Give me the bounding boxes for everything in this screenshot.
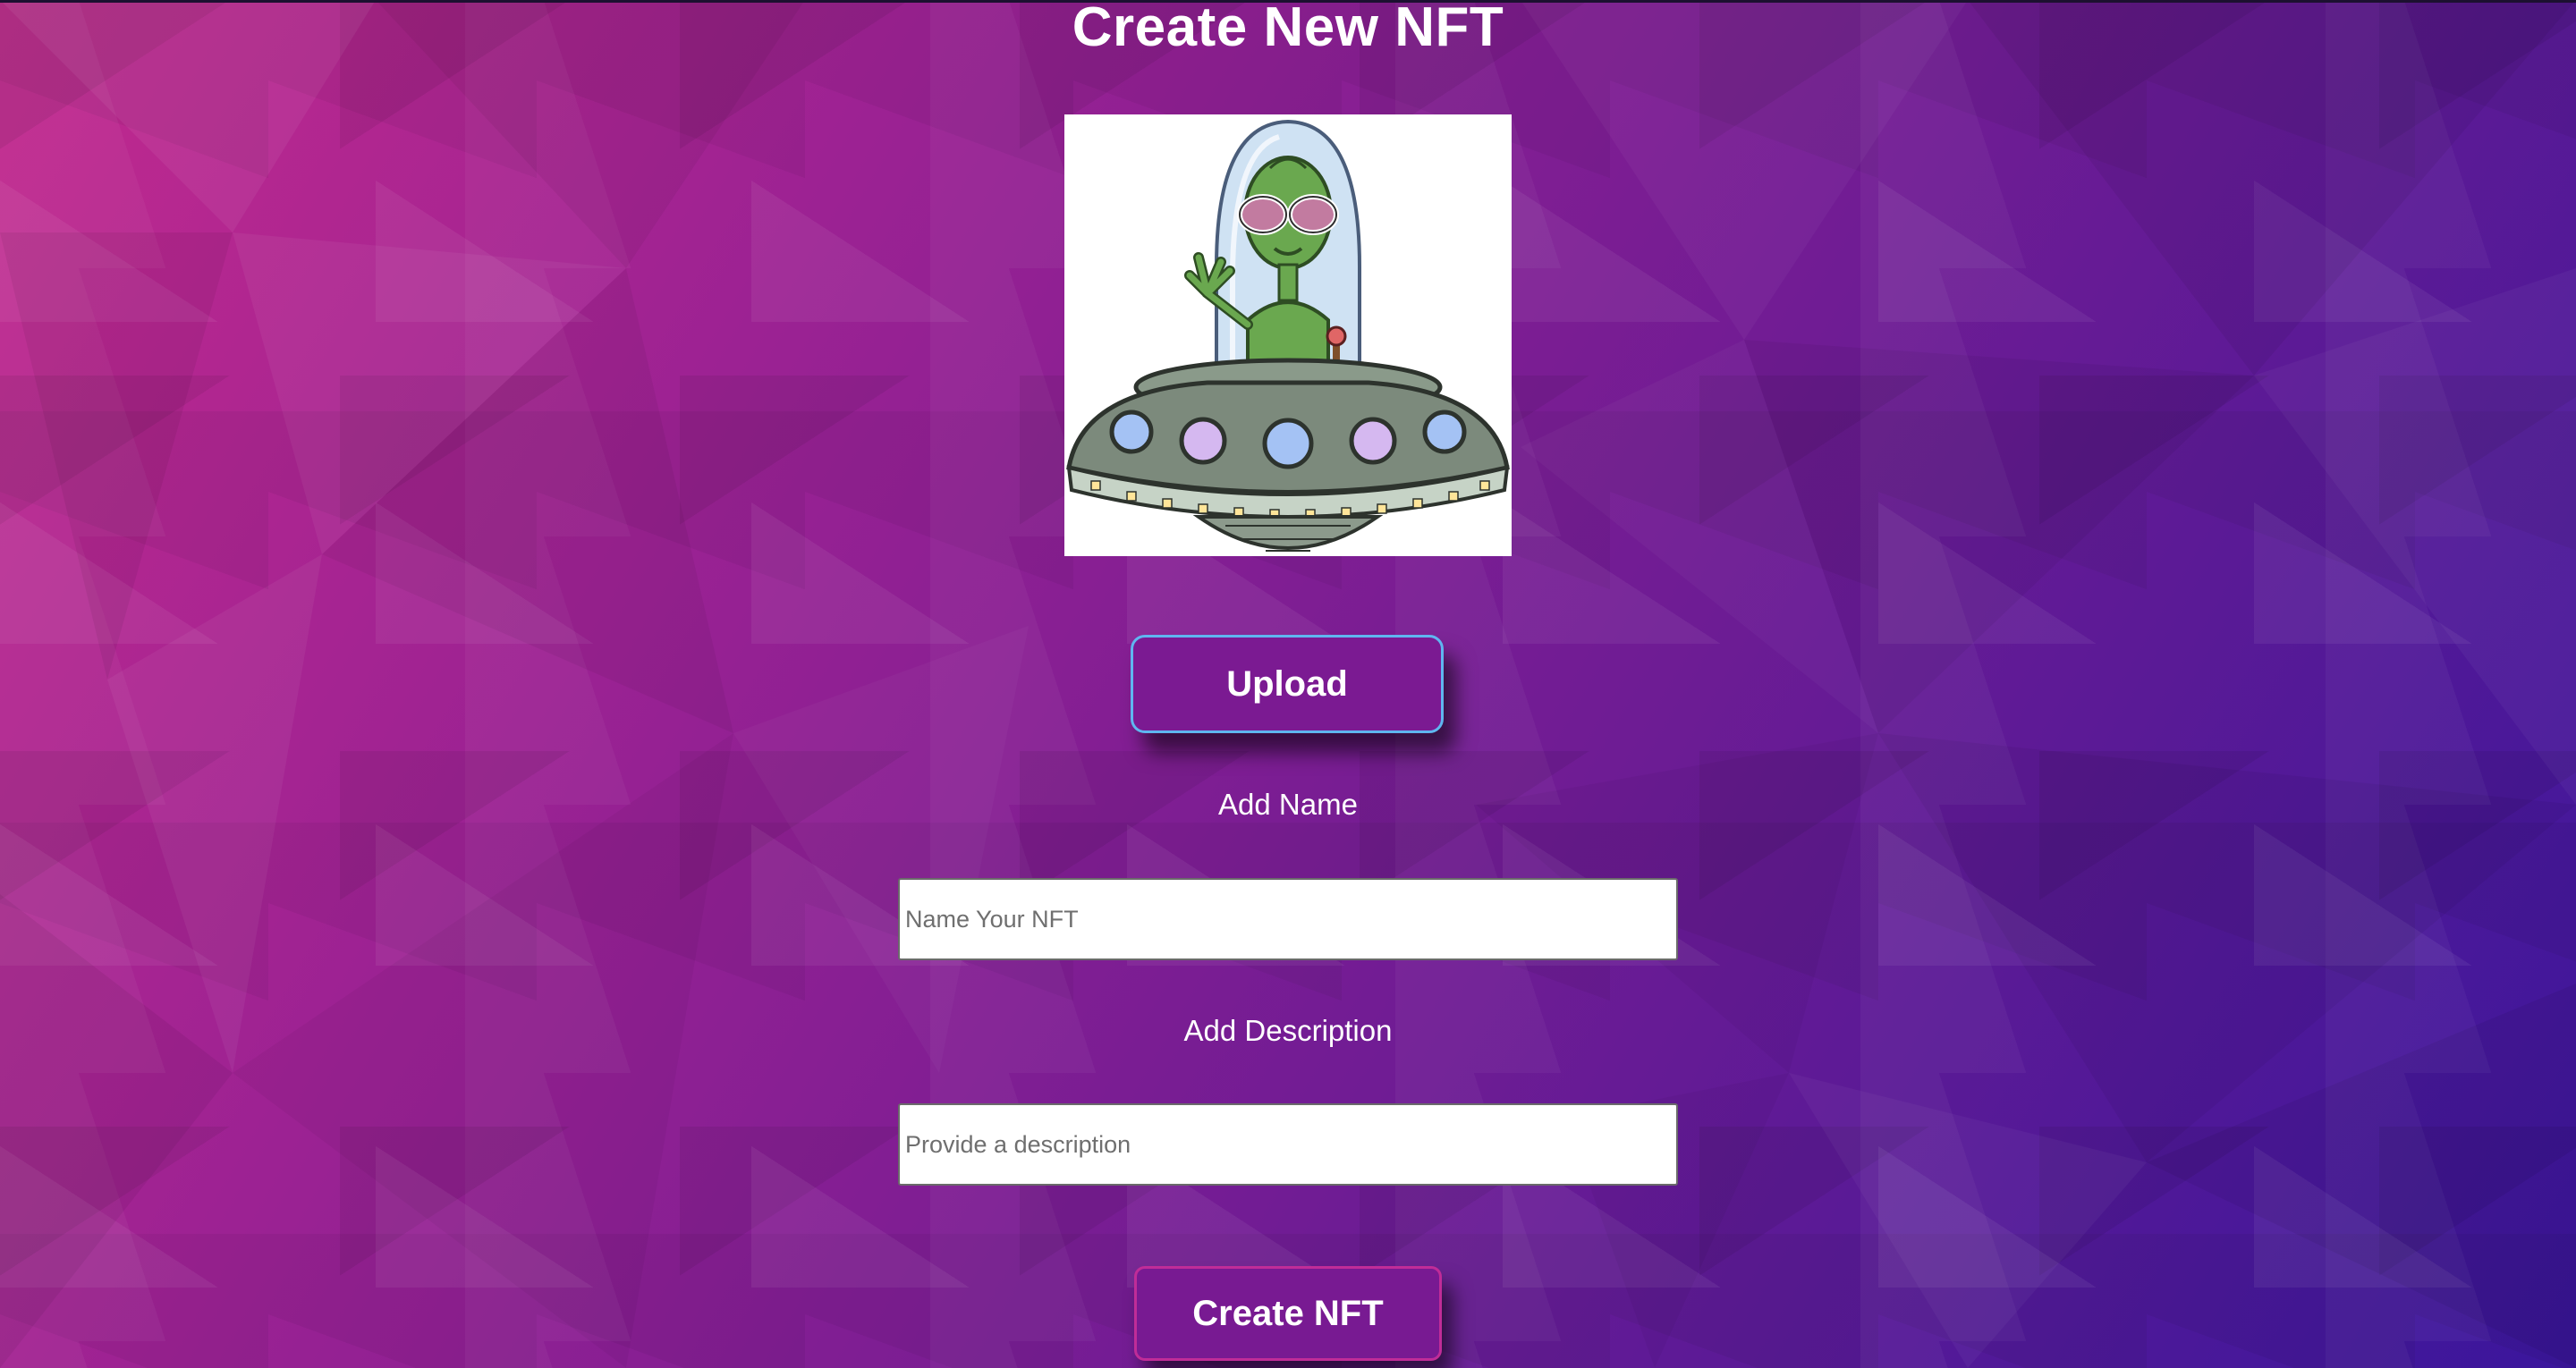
page-title: Create New NFT	[1072, 0, 1504, 58]
upload-button[interactable]: Upload	[1131, 635, 1444, 733]
page-background: Create New NFT Upload Add Name Name Your…	[0, 0, 2576, 1368]
name-field-label: Add Name	[1218, 788, 1358, 821]
alien-ufo-icon	[1064, 114, 1512, 556]
nft-preview-image	[1064, 114, 1512, 556]
create-nft-button[interactable]: Create NFT	[1134, 1266, 1442, 1361]
description-field-label: Add Description	[1183, 1014, 1393, 1047]
name-input[interactable]	[898, 878, 1678, 960]
description-input[interactable]	[898, 1103, 1678, 1186]
